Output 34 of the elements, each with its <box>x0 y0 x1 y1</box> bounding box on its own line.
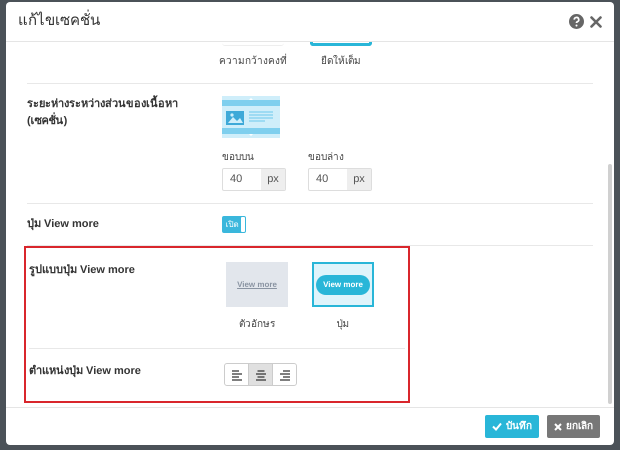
dialog-title: แก้ไขเซคชั่น <box>18 10 569 33</box>
field-label: ขอบล่าง <box>308 151 345 165</box>
number-field[interactable]: 40 px <box>222 168 286 191</box>
style-option[interactable]: View more <box>312 262 374 307</box>
close-icon <box>554 422 562 430</box>
option-label: ตัวอักษร <box>239 318 275 332</box>
option-label: ความกว้างคงที่ <box>219 54 287 69</box>
check-icon <box>492 422 502 431</box>
section-layout-icon <box>222 96 280 138</box>
preview-text: View more <box>237 278 277 290</box>
option-label: ปุ่ม <box>336 318 350 332</box>
align-button[interactable] <box>272 363 297 386</box>
preview-text: View more <box>316 274 370 294</box>
scrollbar[interactable] <box>608 164 612 404</box>
cancel-button[interactable]: ยกเลิก <box>547 415 600 438</box>
align-right-icon <box>278 368 292 382</box>
style-option[interactable]: View more <box>226 262 288 307</box>
number-field[interactable]: 40 px <box>308 168 372 191</box>
unit-label: px <box>347 169 371 190</box>
help-icon[interactable] <box>569 14 584 29</box>
align-button[interactable] <box>248 363 273 386</box>
close-icon[interactable] <box>590 16 602 28</box>
align-left-icon <box>230 368 244 382</box>
setting-label: รูปแบบปุ่ม View more <box>29 263 136 278</box>
option-label: ยืดให้เต็ม <box>321 54 361 69</box>
toggle-switch[interactable]: เปิด <box>222 216 246 233</box>
setting-label: ระยะห่างระหว่างส่วนของเนื้อหา (เซคชั่น) <box>27 96 222 130</box>
align-button[interactable] <box>224 363 249 386</box>
setting-label: ปุ่ม View more <box>27 217 100 232</box>
save-button[interactable]: บันทึก <box>485 415 539 438</box>
setting-label: ตำแหน่งปุ่ม View more <box>29 364 142 380</box>
unit-label: px <box>261 169 285 190</box>
align-center-icon <box>254 368 268 382</box>
field-label: ขอบบน <box>222 151 255 165</box>
